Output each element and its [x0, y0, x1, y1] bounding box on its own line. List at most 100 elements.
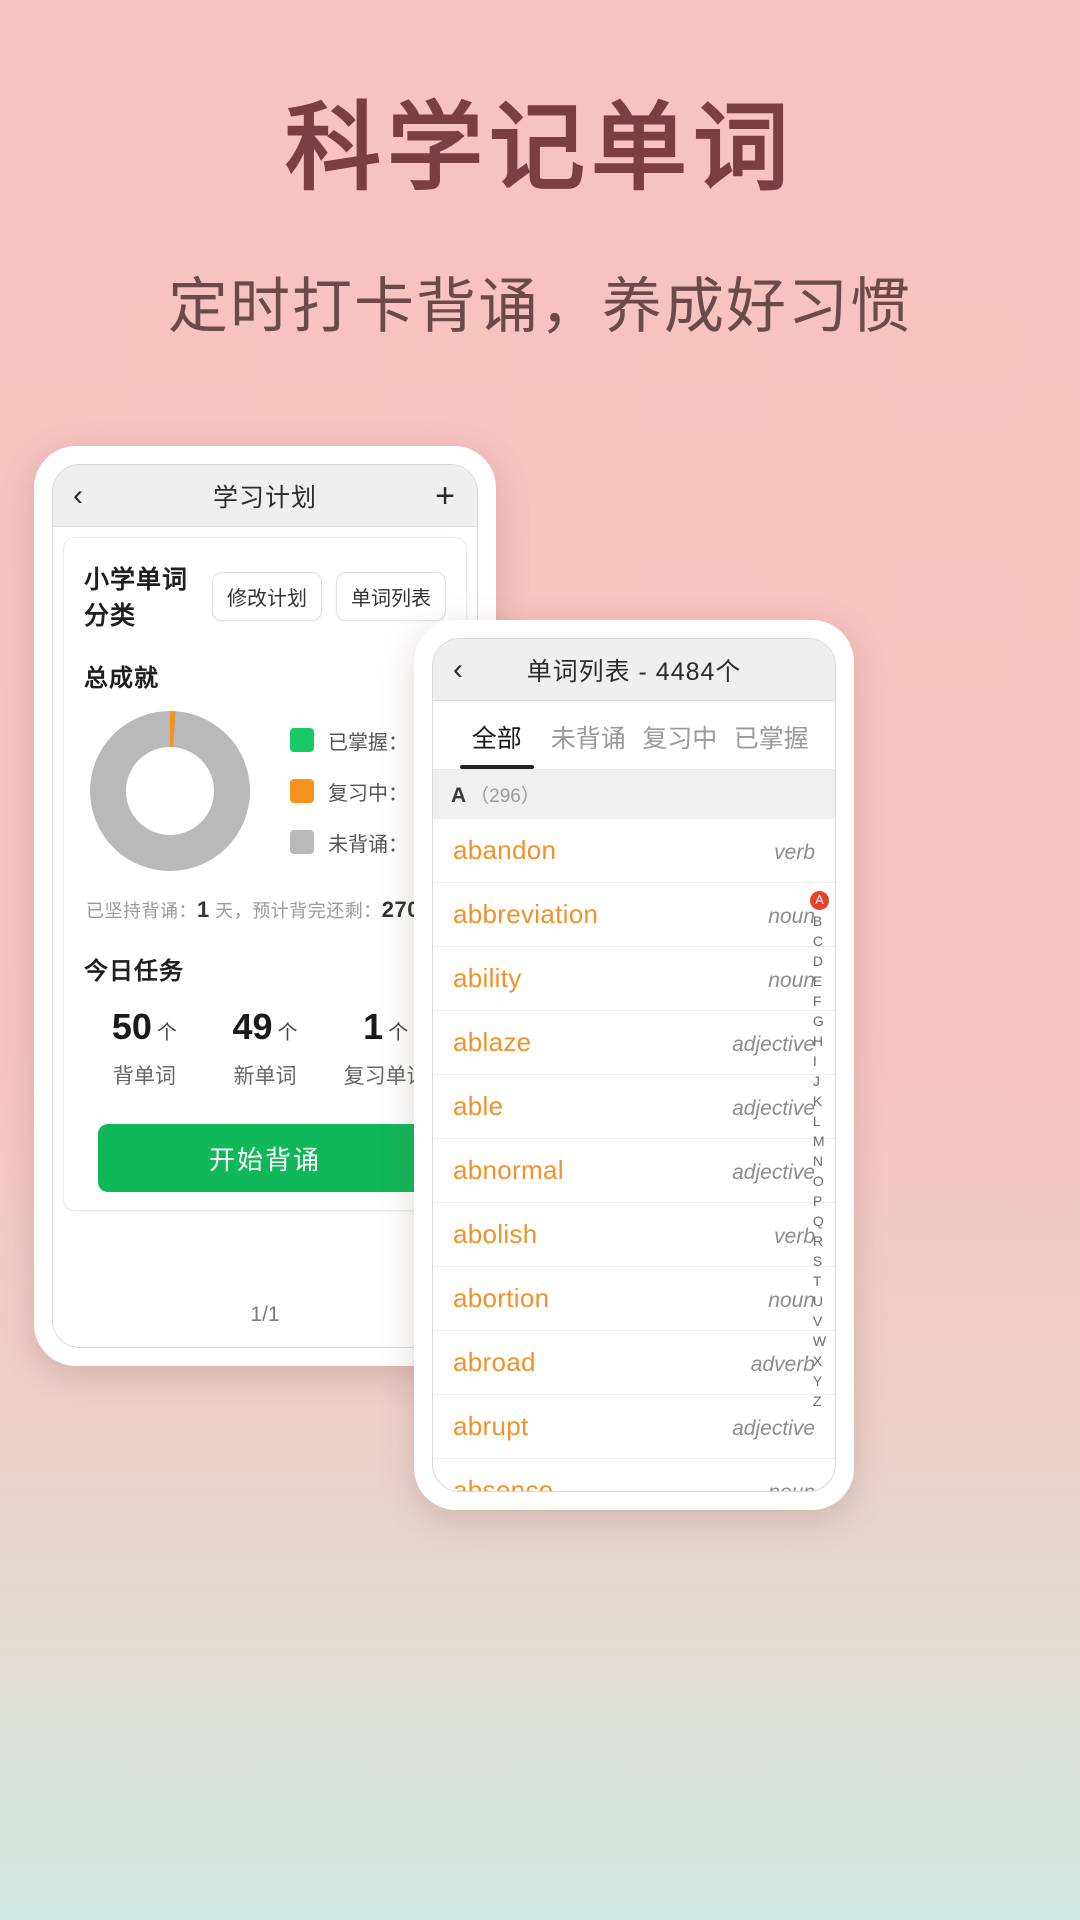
index-letter[interactable]: W — [813, 1331, 826, 1351]
donut-svg — [90, 711, 250, 871]
plus-icon[interactable]: + — [435, 479, 455, 513]
nav-title-word-list: 单词列表 - 4484个 — [526, 657, 742, 686]
index-letter[interactable]: Q — [813, 1211, 826, 1231]
nav-title-study-plan: 学习计划 — [212, 483, 317, 512]
page-subtitle: 定时打卡背诵，养成好习惯 — [168, 273, 912, 340]
word-text: ablaze — [453, 1027, 532, 1057]
word-part-of-speech: adjective — [732, 1161, 815, 1184]
index-letter[interactable]: U — [813, 1291, 826, 1311]
index-letter[interactable]: K — [813, 1091, 826, 1111]
word-text: abolish — [453, 1219, 538, 1249]
index-letter[interactable]: R — [813, 1231, 826, 1251]
index-letter[interactable]: J — [813, 1071, 826, 1091]
index-letter[interactable]: C — [813, 931, 826, 951]
word-part-of-speech: adjective — [732, 1097, 815, 1120]
index-letter[interactable]: G — [813, 1011, 826, 1031]
word-text: abnormal — [453, 1155, 564, 1185]
word-list-item[interactable]: abroad adverb — [433, 1331, 835, 1395]
task-number-new-words: 49 个 — [205, 1006, 326, 1048]
index-letter[interactable]: V — [813, 1311, 826, 1331]
legend-label-reviewing: 复习中： — [328, 782, 408, 805]
plan-header-row: 小学单词分类 修改计划 单词列表 — [84, 560, 446, 632]
word-text: abortion — [453, 1283, 550, 1313]
task-column-new-words: 49 个 新单词 — [205, 1006, 326, 1090]
start-study-button[interactable]: 开始背诵 — [98, 1124, 432, 1192]
index-letter[interactable]: D — [813, 951, 826, 971]
tab-mastered[interactable]: 已掌握 — [726, 701, 818, 769]
task-label-1: 新单词 — [233, 1065, 297, 1088]
index-letter[interactable]: B — [813, 911, 826, 931]
task-num-value-1: 49 — [232, 1006, 273, 1047]
index-letter[interactable]: H — [813, 1031, 826, 1051]
today-task-row: 50 个 背单词 49 个 新单词 1个 复习单词 — [84, 1006, 446, 1090]
tab-unlearned[interactable]: 未背诵 — [543, 701, 635, 769]
legend-swatch-mastered — [290, 728, 314, 752]
plan-category-label: 小学单词分类 — [84, 566, 189, 630]
word-list-rows: abandon verb abbreviation noun ability noun ab… — [433, 819, 835, 1492]
word-text: abbreviation — [453, 899, 599, 929]
word-list-item[interactable]: abnormal adjective — [433, 1139, 835, 1203]
streak-days-unit: 天，预计背完还剩： — [209, 901, 382, 921]
word-list-item[interactable]: ablaze adjective — [433, 1011, 835, 1075]
word-part-of-speech: adverb — [750, 1353, 815, 1376]
streak-text: 已坚持背诵：1 天，预计背完还剩：270 天 — [84, 897, 446, 923]
alphabet-index-bar[interactable]: A BCDEFGHIJKLMNOPQRSTUVWXYZ — [810, 891, 829, 1411]
index-letter-active[interactable]: A — [810, 891, 829, 910]
word-part-of-speech: verb — [774, 841, 815, 864]
navbar-study-plan: ‹ 学习计划 + — [53, 465, 477, 527]
index-letter[interactable]: I — [813, 1051, 826, 1071]
tab-reviewing[interactable]: 复习中 — [634, 701, 726, 769]
task-unit-1: 个 — [277, 1022, 298, 1044]
group-letter: A — [451, 784, 467, 807]
index-letter-list[interactable]: BCDEFGHIJKLMNOPQRSTUVWXYZ — [813, 911, 826, 1411]
word-list-item[interactable]: abbreviation noun — [433, 883, 835, 947]
word-list-item[interactable]: abolish verb — [433, 1203, 835, 1267]
index-letter[interactable]: M — [813, 1131, 826, 1151]
word-list-tabs: 全部 未背诵 复习中 已掌握 — [433, 701, 835, 770]
tab-all[interactable]: 全部 — [451, 701, 543, 769]
index-letter[interactable]: O — [813, 1171, 826, 1191]
legend-swatch-unlearned — [290, 830, 314, 854]
word-list-item[interactable]: able adjective — [433, 1075, 835, 1139]
plan-action-buttons: 修改计划 单词列表 — [212, 571, 446, 621]
task-unit-2: 个 — [388, 1022, 409, 1044]
edit-plan-button[interactable]: 修改计划 — [212, 571, 322, 621]
achievement-section-title: 总成就 — [84, 665, 159, 692]
index-letter[interactable]: P — [813, 1191, 826, 1211]
word-text: abroad — [453, 1347, 536, 1377]
task-num-value-2: 1 — [363, 1006, 384, 1047]
task-num-value-0: 50 — [111, 1006, 152, 1047]
index-letter[interactable]: Z — [813, 1391, 826, 1411]
word-part-of-speech: noun — [768, 969, 815, 992]
index-letter[interactable]: E — [813, 971, 826, 991]
index-letter[interactable]: F — [813, 991, 826, 1011]
index-letter[interactable]: L — [813, 1111, 826, 1131]
streak-days: 1 — [197, 897, 210, 922]
word-list-button[interactable]: 单词列表 — [336, 571, 446, 621]
word-list-item[interactable]: ability noun — [433, 947, 835, 1011]
word-list-item[interactable]: abrupt adjective — [433, 1395, 835, 1459]
achievement-donut-chart — [90, 711, 250, 871]
index-letter[interactable]: N — [813, 1151, 826, 1171]
word-list-item[interactable]: abortion noun — [433, 1267, 835, 1331]
chevron-left-icon[interactable]: ‹ — [73, 480, 83, 511]
achievement-stats: 已掌握： 0 复习中： 50 未背诵： 4434 — [84, 711, 459, 871]
group-header-a: A （296） — [433, 770, 835, 819]
word-text: abrupt — [453, 1411, 529, 1441]
index-letter[interactable]: S — [813, 1251, 826, 1271]
streak-prefix: 已坚持背诵： — [86, 901, 197, 921]
chevron-left-icon[interactable]: ‹ — [453, 654, 463, 685]
today-task-title: 今日任务 — [84, 958, 184, 985]
index-letter[interactable]: Y — [813, 1371, 826, 1391]
legend-label-mastered: 已掌握： — [328, 731, 408, 754]
index-letter[interactable]: T — [813, 1271, 826, 1291]
word-list-item[interactable]: abandon verb — [433, 819, 835, 883]
task-number-review-words: 50 个 — [84, 1006, 205, 1048]
word-part-of-speech: noun — [768, 1289, 815, 1312]
word-text: absence — [453, 1475, 554, 1492]
task-column-review-words: 50 个 背单词 — [84, 1006, 205, 1090]
index-letter[interactable]: X — [813, 1351, 826, 1371]
phone-screen-word-list: ‹ 单词列表 - 4484个 全部 未背诵 复习中 已掌握 A （296） aba… — [432, 638, 836, 1492]
word-list-item[interactable]: absence noun — [433, 1459, 835, 1492]
navbar-word-list: ‹ 单词列表 - 4484个 — [433, 639, 835, 701]
